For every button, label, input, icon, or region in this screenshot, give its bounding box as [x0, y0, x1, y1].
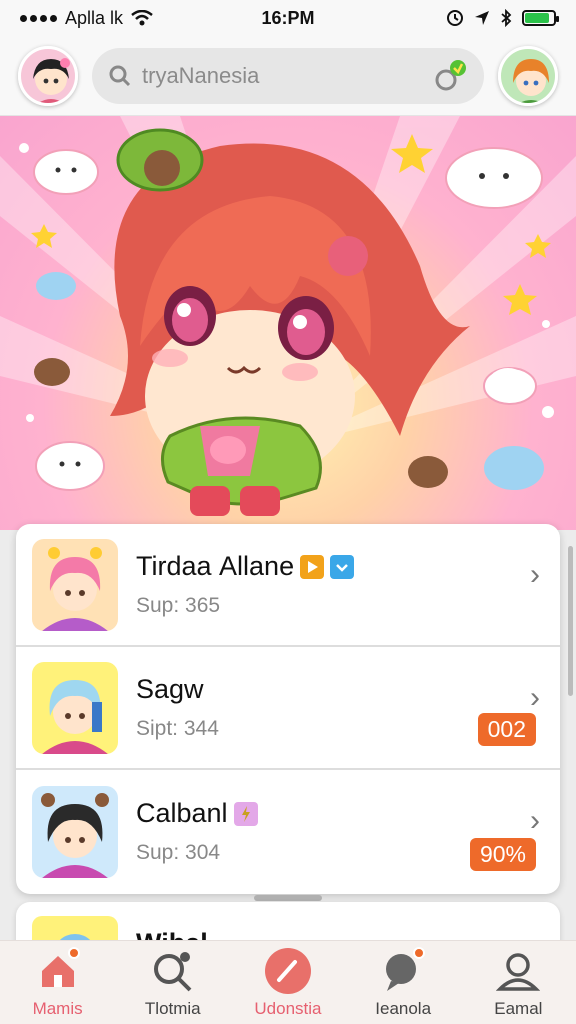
location-icon: [475, 11, 489, 25]
status-left: Aplla lk: [20, 8, 153, 29]
nav-item-search[interactable]: Tlotmia: [123, 947, 223, 1019]
nav-item-profile[interactable]: Eamal: [468, 947, 568, 1019]
battery-icon: [522, 10, 559, 26]
chibi-character-illustration: [0, 116, 576, 516]
list-item-title: Calbanl: [136, 798, 228, 828]
carrier-name: Aplla lk: [65, 7, 124, 28]
bolt-icon: [233, 801, 258, 826]
list-item-text: Tirdaа Allane Sup: 365: [136, 551, 544, 618]
scrollbar[interactable]: [568, 546, 573, 696]
list-item-title: Tirdaа Allane: [136, 551, 295, 581]
status-badge: 90%: [469, 838, 536, 871]
wifi-icon: [131, 10, 153, 26]
nav-label: Ieanola: [375, 999, 432, 1018]
status-badge: 002: [477, 713, 536, 746]
pencil-icon: [264, 947, 312, 995]
chevron-right-icon[interactable]: ›: [530, 558, 540, 592]
list-item[interactable]: Tirdaа Allane Sup: 365 ›: [16, 524, 560, 647]
battery-fill: [525, 13, 549, 23]
status-right: [446, 9, 559, 27]
nav-label: Udonstia: [254, 999, 322, 1018]
status-time: 16:PM: [261, 7, 315, 28]
search-input[interactable]: tryaNanesia: [142, 63, 422, 89]
user-avatar[interactable]: [18, 45, 78, 106]
nav-label: Eamal: [494, 999, 543, 1018]
nav-item-chat[interactable]: Ieanola: [353, 947, 453, 1019]
character-thumbnail: [32, 785, 118, 878]
list-item[interactable]: Sagw Sipt: 344 › 002: [16, 647, 560, 770]
header: tryaNanesia: [0, 36, 576, 116]
bluetooth-icon: [501, 9, 512, 27]
character-thumbnail: [32, 538, 118, 631]
list-item-title-row: Calbanl: [136, 798, 544, 829]
profile-icon: [494, 947, 542, 995]
nav-item-home[interactable]: Mamis: [8, 947, 108, 1019]
nav-label: Mamis: [32, 999, 83, 1018]
search-icon: [109, 65, 131, 86]
play-icon: [300, 554, 325, 579]
bottom-nav: Mamis Tlotmia Udonstia Ieanola Eamal: [0, 940, 576, 1024]
drag-handle[interactable]: [254, 895, 322, 901]
hero-banner: [0, 116, 576, 530]
chevron-right-icon[interactable]: ›: [530, 681, 540, 715]
signal-icon: [20, 14, 57, 22]
chevron-right-icon[interactable]: ›: [530, 804, 540, 838]
status-bar: Aplla lk 16:PM: [0, 0, 576, 36]
nav-item-create[interactable]: Udonstia: [238, 947, 338, 1019]
refresh-icon[interactable]: [432, 58, 468, 94]
list-item-title: Sagw: [136, 674, 204, 704]
notification-dot: [67, 947, 80, 959]
list-item-subtitle: Sup: 365: [136, 594, 221, 617]
alarm-icon: [447, 10, 463, 26]
chevron-down-icon: [330, 554, 355, 579]
friend-avatar[interactable]: [498, 45, 558, 106]
character-thumbnail: [32, 661, 118, 754]
list-item[interactable]: Calbanl Sup: 304 › 90%: [16, 770, 560, 893]
list-item-title-row: Tirdaа Allane: [136, 551, 544, 582]
character-list: Tirdaа Allane Sup: 365 › Sagw Sipt: 344 …: [16, 524, 560, 894]
nav-label: Tlotmia: [144, 999, 201, 1018]
search-bar[interactable]: tryaNanesia: [92, 47, 484, 104]
search-icon: [149, 947, 197, 995]
